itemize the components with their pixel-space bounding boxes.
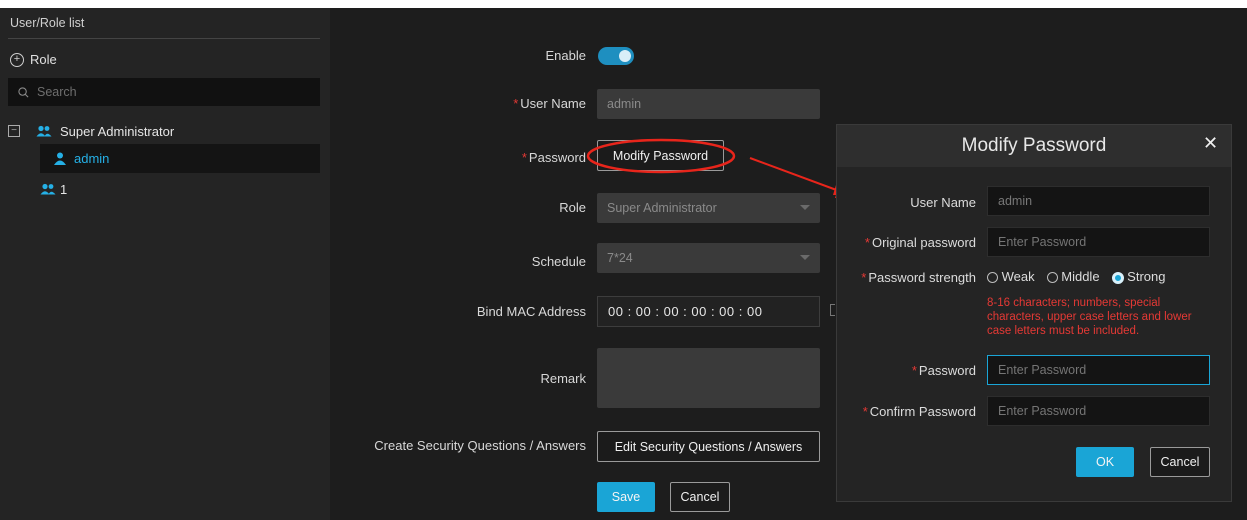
add-role-button[interactable]: + Role — [10, 52, 57, 67]
strength-option-middle[interactable]: Middle — [1046, 269, 1100, 284]
edit-security-button[interactable]: Edit Security Questions / Answers — [597, 431, 820, 462]
security-label: Create Security Questions / Answers — [374, 438, 586, 453]
original-password-field[interactable] — [987, 227, 1210, 257]
new-password-field[interactable] — [987, 355, 1210, 385]
user-role-sidebar: User/Role list + Role − Super Administra… — [0, 8, 330, 520]
tree-group-1[interactable]: 1 — [40, 176, 67, 202]
new-password-label: * Password — [911, 363, 976, 378]
role-label: Role — [559, 200, 586, 215]
radio-selected-icon — [1111, 271, 1124, 284]
dialog-user-name-label: User Name — [910, 195, 976, 210]
schedule-label: Schedule — [531, 254, 586, 269]
dialog-title: Modify Password — [961, 135, 1107, 156]
cancel-button[interactable]: Cancel — [670, 482, 730, 512]
circle-plus-icon: + — [10, 52, 24, 67]
dialog-user-name-field[interactable]: admin — [987, 186, 1210, 216]
user-name-label: * User Name — [513, 96, 586, 111]
annotation-overlay — [586, 138, 858, 198]
dialog-cancel-button[interactable]: Cancel — [1150, 447, 1210, 477]
confirm-password-label: * Confirm Password — [862, 404, 976, 419]
tree-group-label: Super Administrator — [60, 123, 175, 139]
annotation-ellipse — [586, 138, 736, 174]
remark-textarea[interactable] — [597, 348, 820, 408]
collapse-minus-icon[interactable]: − — [8, 125, 20, 137]
confirm-password-input[interactable] — [988, 403, 1200, 419]
close-icon[interactable]: ✕ — [1203, 133, 1218, 154]
remark-label: Remark — [540, 371, 586, 386]
radio-icon — [1046, 272, 1058, 284]
radio-icon — [987, 272, 998, 284]
tree-item-admin[interactable]: admin — [40, 144, 320, 173]
original-password-input[interactable] — [988, 234, 1200, 250]
add-role-label: Role — [30, 52, 57, 67]
enable-toggle[interactable] — [598, 47, 634, 65]
schedule-select[interactable]: 7*24 — [597, 243, 820, 273]
password-label: * Password — [521, 150, 586, 165]
strength-option-weak[interactable]: Weak — [987, 269, 1035, 284]
new-password-input[interactable] — [988, 362, 1200, 378]
original-password-label: * Original password — [864, 235, 976, 250]
confirm-password-field[interactable] — [987, 396, 1210, 426]
search-input[interactable] — [35, 84, 289, 100]
users-icon — [40, 183, 56, 195]
modify-password-dialog: Modify Password ✕ User Name admin * Origi… — [836, 124, 1232, 502]
password-strength-radios: Weak Middle Strong — [987, 269, 1165, 284]
password-strength-hint: 8-16 characters; numbers, special charac… — [987, 297, 1192, 337]
user-icon — [54, 152, 66, 165]
schedule-select-value: 7*24 — [607, 251, 633, 265]
tree-group-super-admin[interactable]: − Super Administrator — [8, 118, 174, 144]
strength-option-strong[interactable]: Strong — [1111, 269, 1165, 284]
search-icon — [18, 86, 29, 97]
user-name-field[interactable]: admin — [597, 89, 820, 119]
toggle-knob — [619, 50, 631, 62]
sidebar-divider — [8, 38, 320, 39]
users-icon — [36, 125, 52, 137]
search-box[interactable] — [8, 78, 320, 106]
tree-item-label: admin — [74, 151, 110, 166]
ok-button[interactable]: OK — [1076, 447, 1134, 477]
mac-label: Bind MAC Address — [476, 304, 586, 319]
enable-label: Enable — [545, 48, 586, 63]
mac-checkbox-edge[interactable] — [830, 304, 835, 316]
save-button[interactable]: Save — [597, 482, 655, 512]
chevron-down-icon — [800, 255, 810, 260]
sidebar-title: User/Role list — [10, 16, 85, 30]
mac-address-field[interactable]: 00 : 00 : 00 : 00 : 00 : 00 — [597, 296, 820, 327]
tree-group-label: 1 — [60, 181, 68, 197]
password-strength-label: * Password strength — [861, 270, 976, 285]
